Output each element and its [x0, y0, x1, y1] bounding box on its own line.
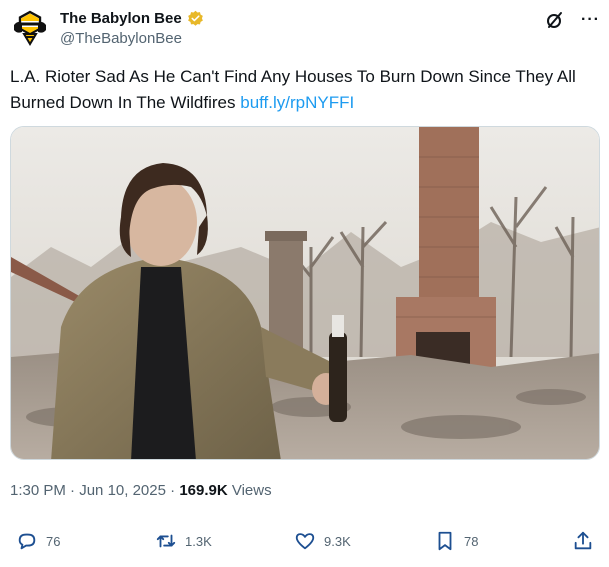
reply-button[interactable]: 76	[16, 530, 60, 552]
reply-count: 76	[46, 533, 61, 549]
repost-icon	[156, 534, 176, 548]
tweet-date[interactable]: Jun 10, 2025	[79, 482, 166, 499]
like-count: 9.3K	[324, 533, 351, 549]
heart-icon	[295, 533, 315, 550]
bookmark-icon	[438, 531, 452, 551]
bookmark-button[interactable]: 78	[434, 530, 478, 552]
views-label: Views	[231, 482, 272, 499]
verified-badge-icon	[187, 10, 203, 26]
like-button[interactable]: 9.3K	[294, 530, 351, 552]
tweet-text: L.A. Rioter Sad As He Can't Find Any Hou…	[10, 64, 600, 116]
share-icon	[574, 531, 592, 550]
tweet-header: The Babylon Bee @TheBabylonBee ···	[10, 6, 600, 50]
action-bar: 76 1.3K 9.3K 78	[10, 530, 600, 558]
display-name[interactable]: The Babylon Bee	[60, 10, 182, 27]
tweet-time[interactable]: 1:30 PM	[10, 482, 66, 499]
photo-image	[11, 127, 599, 459]
meta-separator-2: ·	[170, 482, 176, 499]
handle[interactable]: @TheBabylonBee	[60, 30, 182, 47]
share-button[interactable]	[572, 530, 594, 552]
repost-count: 1.3K	[185, 533, 212, 549]
repost-button[interactable]: 1.3K	[155, 530, 212, 552]
tweet-media-image[interactable]	[10, 126, 600, 460]
tweet-link[interactable]: buff.ly/rpNYFFI	[240, 93, 354, 112]
more-options-icon[interactable]: ···	[581, 12, 600, 28]
grok-icon[interactable]	[545, 10, 565, 30]
reply-icon	[18, 533, 36, 550]
avatar[interactable]	[10, 8, 50, 48]
meta-separator: ·	[70, 482, 76, 499]
tweet-meta: 1:30 PM · Jun 10, 2025 · 169.9K Views	[10, 482, 272, 499]
views-count: 169.9K	[179, 482, 228, 499]
bookmark-count: 78	[464, 533, 479, 549]
